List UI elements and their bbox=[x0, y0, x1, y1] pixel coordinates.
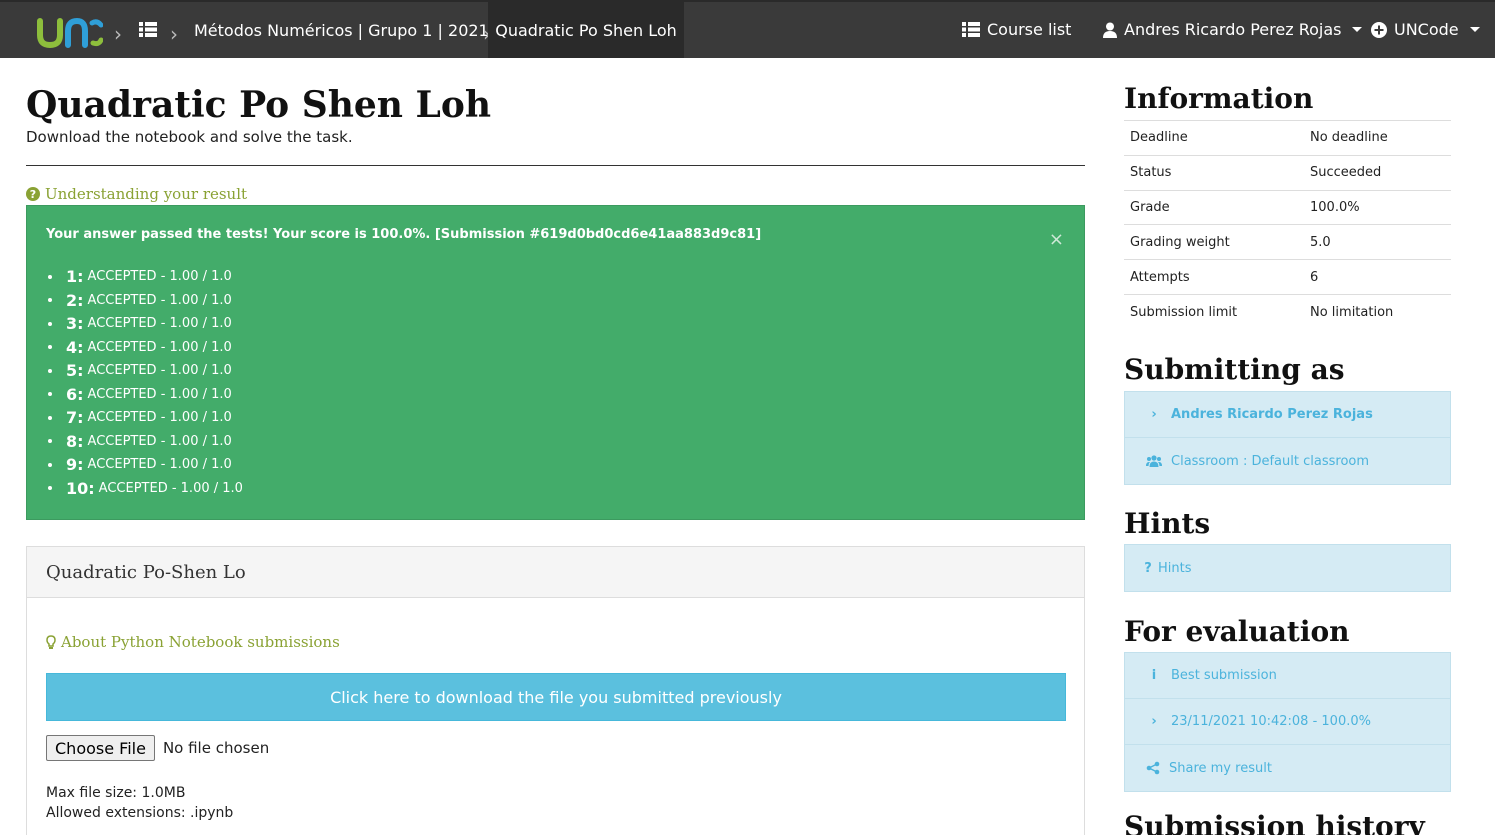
hints-heading: Hints bbox=[1124, 507, 1211, 540]
test-result-item: 5: ACCEPTED - 1.00 / 1.0 bbox=[48, 359, 243, 383]
evaluation-list: i Best submission › 23/11/2021 10:42:08 … bbox=[1124, 652, 1451, 792]
best-submission-item[interactable]: i Best submission bbox=[1125, 653, 1450, 699]
course-menu-icon[interactable] bbox=[139, 22, 157, 37]
evaluated-submission-item[interactable]: › 23/11/2021 10:42:08 - 100.0% bbox=[1125, 699, 1450, 745]
user-icon bbox=[1103, 22, 1117, 38]
for-evaluation-heading: For evaluation bbox=[1124, 615, 1350, 648]
classroom-label: Classroom : Default classroom bbox=[1171, 453, 1370, 469]
evaluated-submission-label: 23/11/2021 10:42:08 - 100.0% bbox=[1171, 714, 1371, 729]
plus-circle-icon bbox=[1371, 21, 1387, 38]
question-circle-icon: ? bbox=[26, 187, 40, 201]
table-row: Status Succeeded bbox=[1124, 154, 1451, 191]
table-row: Attempts 6 bbox=[1124, 259, 1451, 295]
close-icon[interactable]: × bbox=[1049, 229, 1064, 250]
uncode-logo[interactable] bbox=[37, 15, 103, 49]
test-result-item: 7: ACCEPTED - 1.00 / 1.0 bbox=[48, 406, 243, 430]
table-row: Submission limit No limitation bbox=[1124, 293, 1451, 330]
submission-panel: Quadratic Po-Shen Lo About Python Notebo… bbox=[26, 546, 1085, 835]
breadcrumb-task[interactable]: Quadratic Po Shen Loh bbox=[488, 2, 684, 58]
info-icon: i bbox=[1151, 668, 1157, 683]
course-list-label: Course list bbox=[987, 20, 1072, 39]
breadcrumb-course[interactable]: Métodos Numéricos | Grupo 1 | 2021... bbox=[194, 21, 504, 40]
page-title: Quadratic Po Shen Loh bbox=[26, 84, 492, 126]
uncode-label: UNCode bbox=[1394, 20, 1459, 39]
panel-title: Quadratic Po-Shen Lo bbox=[27, 547, 1084, 598]
best-submission-label: Best submission bbox=[1171, 668, 1277, 683]
test-result-item: 4: ACCEPTED - 1.00 / 1.0 bbox=[48, 336, 243, 360]
share-icon bbox=[1146, 761, 1160, 775]
submitting-as-heading: Submitting as bbox=[1124, 353, 1345, 386]
user-menu[interactable]: Andres Ricardo Perez Rojas bbox=[1103, 20, 1363, 39]
share-result-item[interactable]: Share my result bbox=[1125, 745, 1450, 791]
divider bbox=[26, 165, 1085, 166]
user-name: Andres Ricardo Perez Rojas bbox=[1124, 20, 1342, 39]
uncode-menu[interactable]: UNCode bbox=[1371, 20, 1480, 39]
share-result-label: Share my result bbox=[1169, 760, 1272, 776]
chevron-right-icon: › bbox=[1151, 407, 1157, 422]
lightbulb-icon bbox=[46, 634, 56, 649]
test-result-item: 10: ACCEPTED - 1.00 / 1.0 bbox=[48, 477, 243, 501]
submission-history-heading: Submission history bbox=[1124, 810, 1425, 835]
hints-label: Hints bbox=[1158, 560, 1192, 576]
breadcrumb-chevron-icon: › bbox=[114, 22, 122, 46]
hints-list: ? Hints bbox=[1124, 544, 1451, 592]
table-row: Grade 100.0% bbox=[1124, 189, 1451, 225]
table-row: Grading weight 5.0 bbox=[1124, 224, 1451, 260]
task-description: Download the notebook and solve the task… bbox=[26, 128, 353, 146]
understanding-result-link[interactable]: ? Understanding your result bbox=[26, 185, 247, 203]
test-result-item: 1: ACCEPTED - 1.00 / 1.0 bbox=[48, 265, 243, 289]
max-file-size: Max file size: 1.0MB bbox=[46, 785, 186, 801]
result-message: Your answer passed the tests! Your score… bbox=[46, 227, 762, 242]
top-navbar: › › Métodos Numéricos | Grupo 1 | 2021..… bbox=[0, 0, 1495, 58]
allowed-extensions: Allowed extensions: .ipynb bbox=[46, 805, 234, 821]
about-notebook-link[interactable]: About Python Notebook submissions bbox=[46, 633, 340, 651]
submitting-as-list: › Andres Ricardo Perez Rojas Classroom :… bbox=[1124, 391, 1451, 485]
question-icon: ? bbox=[1144, 560, 1152, 576]
table-row: Deadline No deadline bbox=[1124, 120, 1451, 156]
test-result-item: 2: ACCEPTED - 1.00 / 1.0 bbox=[48, 289, 243, 313]
users-icon bbox=[1146, 455, 1162, 467]
choose-file-button[interactable]: Choose File bbox=[46, 735, 155, 761]
information-heading: Information bbox=[1124, 82, 1314, 115]
caret-down-icon bbox=[1469, 27, 1480, 32]
no-file-label: No file chosen bbox=[162, 739, 270, 757]
list-icon bbox=[962, 22, 980, 37]
submitting-user-label: Andres Ricardo Perez Rojas bbox=[1171, 407, 1373, 422]
breadcrumb-task-label: Quadratic Po Shen Loh bbox=[495, 20, 677, 40]
test-result-item: 6: ACCEPTED - 1.00 / 1.0 bbox=[48, 383, 243, 407]
about-notebook-label: About Python Notebook submissions bbox=[61, 633, 340, 651]
understanding-result-label: Understanding your result bbox=[45, 185, 248, 203]
course-list-link[interactable]: Course list bbox=[962, 20, 1071, 39]
download-previous-button[interactable]: Click here to download the file you subm… bbox=[46, 673, 1066, 721]
information-table: Deadline No deadline Status Succeeded Grad… bbox=[1124, 120, 1451, 330]
file-input: Choose File No file chosen bbox=[46, 735, 269, 761]
test-result-item: 9: ACCEPTED - 1.00 / 1.0 bbox=[48, 453, 243, 477]
hints-item[interactable]: ? Hints bbox=[1125, 545, 1450, 591]
file-constraints: Max file size: 1.0MB Allowed extensions:… bbox=[46, 783, 233, 823]
chevron-right-icon: › bbox=[1151, 714, 1157, 729]
test-result-item: 3: ACCEPTED - 1.00 / 1.0 bbox=[48, 312, 243, 336]
test-results-list: 1: ACCEPTED - 1.00 / 1.0 2: ACCEPTED - 1.0… bbox=[48, 265, 243, 500]
submitting-user-item[interactable]: › Andres Ricardo Perez Rojas bbox=[1125, 392, 1450, 438]
breadcrumb-chevron-icon: › bbox=[170, 22, 178, 46]
classroom-item[interactable]: Classroom : Default classroom bbox=[1125, 438, 1450, 484]
result-alert: Your answer passed the tests! Your score… bbox=[26, 205, 1085, 520]
test-result-item: 8: ACCEPTED - 1.00 / 1.0 bbox=[48, 430, 243, 454]
caret-down-icon bbox=[1352, 27, 1363, 32]
